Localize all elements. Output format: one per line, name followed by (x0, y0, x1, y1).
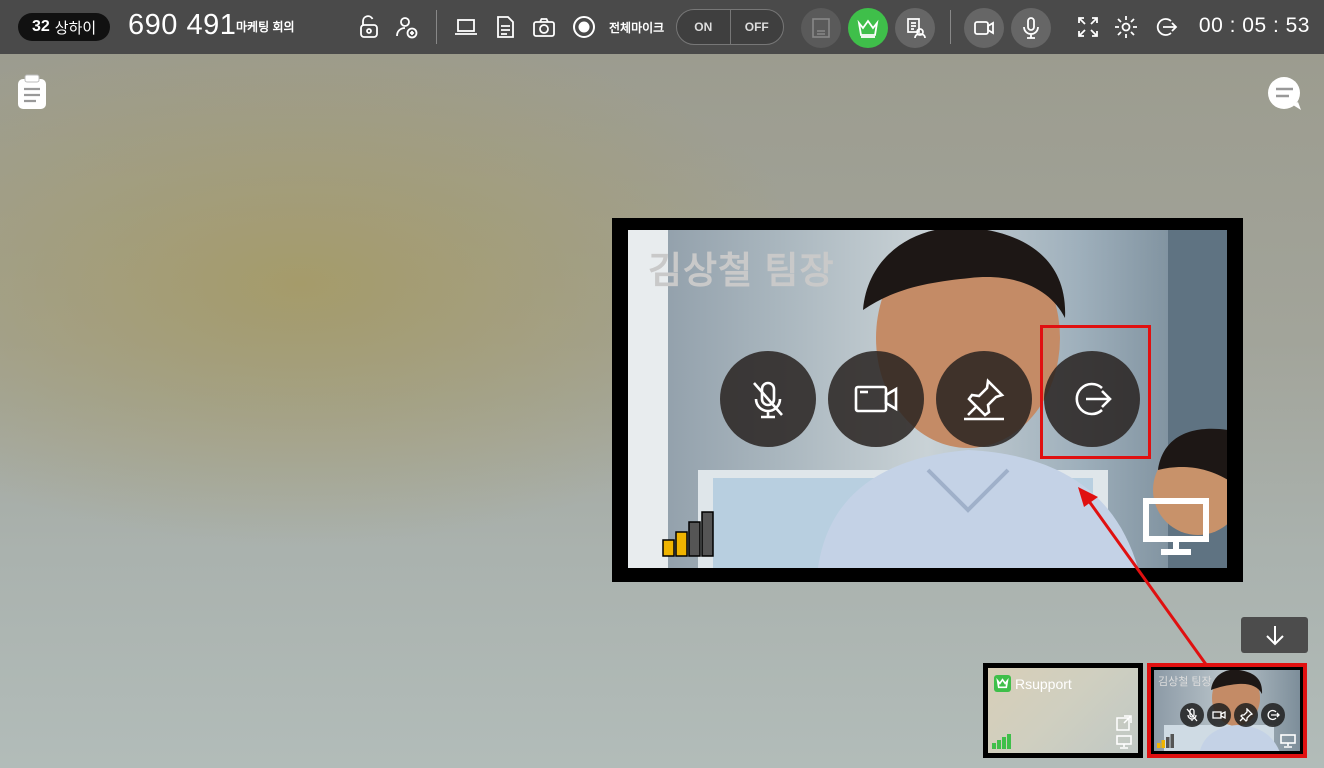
thumbnail-name: 김상철 팀장 (1158, 676, 1212, 688)
room-name: 마케팅 회의 (236, 20, 295, 34)
all-mic-toggle[interactable]: ON OFF (676, 9, 784, 45)
screen-monitor-icon (1280, 734, 1296, 748)
meeting-timer: 00 : 05 : 53 (1198, 14, 1310, 37)
record-icon[interactable] (569, 12, 599, 42)
lock-icon[interactable] (354, 12, 384, 42)
participant-thumbnail-selected[interactable]: 김상철 팀장 (1147, 663, 1307, 758)
notes-icon[interactable] (12, 72, 52, 112)
invite-user-icon[interactable] (392, 12, 422, 42)
arrow-down-icon (1265, 626, 1284, 646)
exit-button-highlight (1040, 325, 1151, 459)
toolbar-divider (950, 10, 951, 44)
popout-icon[interactable] (1116, 715, 1132, 731)
document-icon[interactable] (490, 12, 520, 42)
camera-capture-icon[interactable] (529, 12, 559, 42)
video-icon[interactable] (828, 351, 924, 447)
screen-monitor-icon (1116, 735, 1132, 749)
mic-on-button[interactable]: ON (677, 10, 731, 44)
signal-strength-icon (992, 734, 1011, 749)
collapse-thumbnails-button[interactable] (1241, 617, 1308, 653)
video-icon[interactable] (1207, 703, 1231, 727)
toolbar-divider (436, 10, 437, 44)
exit-icon[interactable] (1261, 703, 1285, 727)
pin-icon[interactable] (1234, 703, 1258, 727)
participant-thumbnail[interactable]: Rsupport (983, 663, 1143, 758)
participants-list-icon[interactable] (895, 8, 935, 48)
video-icon[interactable] (964, 8, 1004, 48)
crown-icon[interactable] (848, 8, 888, 48)
mic-muted-icon[interactable] (1180, 703, 1204, 727)
signal-strength-icon (1157, 734, 1174, 748)
all-mic-label: 전체마이크 (609, 21, 665, 35)
layout-icon[interactable] (801, 8, 841, 48)
participant-name: 김상철 팀장 (648, 250, 835, 291)
microphone-icon[interactable] (1011, 8, 1051, 48)
exit-icon[interactable] (1151, 12, 1181, 42)
room-badge: 32 상하이 (18, 13, 111, 41)
room-number: 32 (32, 18, 50, 35)
chat-icon[interactable] (1265, 74, 1305, 114)
settings-icon[interactable] (1111, 12, 1141, 42)
thumbnail-name: Rsupport (1015, 675, 1072, 692)
signal-strength-icon (662, 511, 714, 557)
room-id: 690 491 (128, 9, 237, 41)
screen-share-icon[interactable] (451, 12, 481, 42)
mic-muted-icon[interactable] (720, 351, 816, 447)
pin-icon[interactable] (936, 351, 1032, 447)
callout-arrow (1078, 487, 1212, 671)
thumbnail-controls (1180, 703, 1285, 727)
host-crown-icon (994, 675, 1011, 692)
fullscreen-icon[interactable] (1073, 12, 1103, 42)
room-location: 상하이 (54, 19, 97, 37)
top-toolbar: 32 상하이 690 491 마케팅 회의 전체마이크 ON OFF 00: … (0, 0, 1324, 54)
mic-off-button[interactable]: OFF (731, 10, 784, 44)
thumbnail-label: Rsupport (994, 675, 1072, 692)
